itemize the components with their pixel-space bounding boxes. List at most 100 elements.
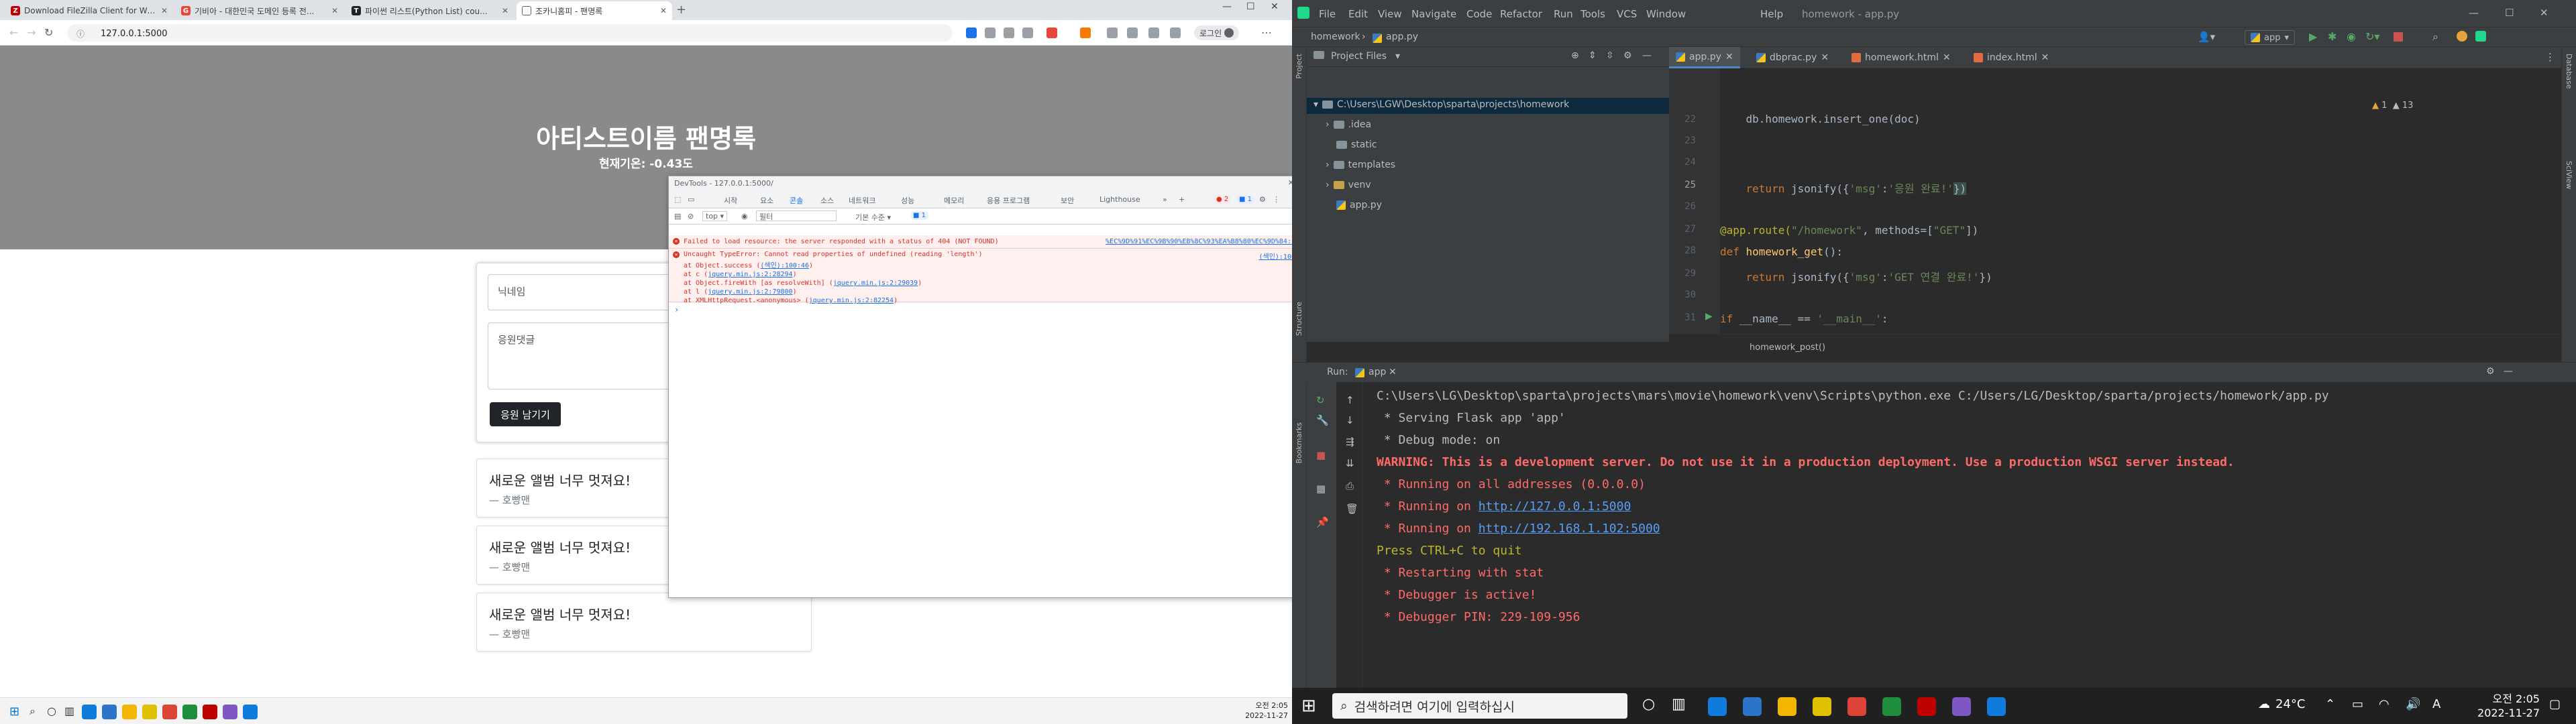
- menu-navigate[interactable]: Navigate: [1411, 8, 1456, 20]
- filezilla-icon[interactable]: [203, 705, 217, 719]
- collapse-icon[interactable]: ⇳: [1606, 50, 1614, 61]
- tab-performance[interactable]: 성능: [901, 195, 914, 206]
- menu-tools[interactable]: Tools: [1580, 8, 1605, 20]
- refresh-icon[interactable]: [1107, 27, 1118, 38]
- extension-red-icon[interactable]: [1046, 27, 1057, 38]
- tab-elements[interactable]: 요소: [760, 195, 773, 206]
- windows-start-icon[interactable]: ⊞: [1301, 696, 1316, 716]
- stop-icon[interactable]: [2394, 32, 2403, 42]
- menu-window[interactable]: Window: [1646, 8, 1686, 20]
- maximize-icon[interactable]: ☐: [2505, 7, 2514, 19]
- task-view-icon[interactable]: ▥: [1672, 696, 1686, 713]
- coverage-icon[interactable]: ◉: [2347, 30, 2356, 43]
- updates-icon[interactable]: [2457, 31, 2467, 42]
- menu-refactor[interactable]: Refactor: [1500, 8, 1542, 20]
- notification-icon[interactable]: ▢: [2549, 697, 2561, 711]
- app-icon[interactable]: [223, 705, 237, 719]
- more-tabs-icon[interactable]: »: [1163, 195, 1167, 204]
- run-icon[interactable]: ▶: [2309, 30, 2317, 43]
- error-count-badge[interactable]: ● 2: [1214, 195, 1232, 204]
- zoom-icon[interactable]: [1004, 27, 1014, 38]
- collections-icon[interactable]: [1148, 27, 1159, 38]
- gear-icon[interactable]: ⚙: [1623, 50, 1632, 61]
- level-select[interactable]: 기본 수준 ▾: [855, 212, 891, 223]
- windows-start-icon[interactable]: ⊞: [9, 705, 19, 719]
- minimize-icon[interactable]: —: [1222, 1, 1232, 12]
- tree-item-app-py[interactable]: app.py: [1336, 200, 1382, 210]
- new-tab-button[interactable]: +: [676, 3, 686, 17]
- kakaotalk-icon[interactable]: [1813, 697, 1831, 716]
- tree-item-idea[interactable]: › .idea: [1326, 119, 1371, 130]
- close-icon[interactable]: ✕: [660, 6, 667, 15]
- read-aloud-icon[interactable]: [985, 27, 996, 38]
- trash-icon[interactable]: 🗑: [1346, 503, 1358, 515]
- extension-orange-icon[interactable]: [1080, 27, 1091, 38]
- run-tab-app[interactable]: app: [1368, 367, 1386, 377]
- chevron-up-icon[interactable]: ⌃: [2325, 697, 2335, 711]
- extension-icon[interactable]: [966, 27, 977, 38]
- menu-file[interactable]: File: [1319, 8, 1336, 20]
- tab-welcome[interactable]: 시작: [724, 195, 737, 206]
- browser-tab-filezilla[interactable]: Z Download FileZilla Client for Wi... ✕: [5, 1, 173, 20]
- stack-link[interactable]: jquery.min.js:2:79800: [708, 288, 792, 296]
- close-icon[interactable]: ✕: [2041, 52, 2049, 63]
- browser-tab-guestbook[interactable]: 조카니홈피 - 팬명록 ✕: [517, 1, 672, 20]
- reload-icon[interactable]: ↻: [44, 26, 53, 39]
- edge-icon[interactable]: [1708, 697, 1727, 716]
- console-link[interactable]: http://192.168.1.102:5000: [1479, 522, 1660, 536]
- bookmarks-tool-tab[interactable]: Bookmarks: [1295, 422, 1303, 463]
- locate-icon[interactable]: ⊕: [1571, 50, 1579, 61]
- rerun-icon[interactable]: ↻: [1316, 394, 1325, 406]
- layout-icon[interactable]: ▦: [1316, 483, 1326, 495]
- search-icon[interactable]: ⌕: [30, 705, 36, 718]
- file-explorer-icon[interactable]: [122, 705, 137, 719]
- stack-link[interactable]: jquery.min.js:2:29039: [833, 280, 918, 287]
- editor-tab-index-html[interactable]: index.html ✕: [1967, 47, 2055, 68]
- clear-console-icon[interactable]: ⊘: [688, 212, 694, 221]
- app-icon[interactable]: [1952, 697, 1971, 716]
- tab-application[interactable]: 응용 프로그램: [987, 195, 1030, 206]
- debug-icon[interactable]: ✱: [2328, 30, 2337, 43]
- print-icon[interactable]: ⎙: [1346, 480, 1354, 492]
- task-view-icon[interactable]: ▥: [64, 705, 74, 717]
- edge-icon[interactable]: [1987, 697, 2006, 716]
- downloads-icon[interactable]: [1170, 27, 1181, 38]
- tab-lighthouse[interactable]: Lighthouse: [1099, 195, 1140, 204]
- close-window-icon[interactable]: ✕: [2540, 7, 2548, 19]
- profile-icon[interactable]: ↻▾: [2365, 30, 2379, 43]
- edge-icon[interactable]: [243, 705, 258, 719]
- chevron-down-icon[interactable]: ▾: [1395, 51, 1400, 62]
- chrome-icon[interactable]: [1847, 697, 1866, 716]
- tree-item-static[interactable]: static: [1336, 139, 1377, 150]
- cortana-icon[interactable]: ○: [1642, 696, 1655, 713]
- hide-icon[interactable]: —: [1642, 50, 1652, 61]
- mail-icon[interactable]: [1743, 697, 1762, 716]
- more-icon[interactable]: ⋮: [1273, 195, 1280, 204]
- editor-tab-dbprac-py[interactable]: dbprac.py ✕: [1750, 47, 1835, 68]
- taskbar-search-input[interactable]: ⌕ 검색하려면 여기에 입력하십시: [1332, 693, 1627, 719]
- submit-comment-button[interactable]: 응원 남기기: [490, 402, 561, 426]
- tab-network[interactable]: 네트워크: [849, 195, 875, 206]
- sciview-tool-tab[interactable]: SciView: [2565, 161, 2573, 189]
- eye-icon[interactable]: ◉: [741, 212, 748, 221]
- filezilla-icon[interactable]: [1917, 697, 1936, 716]
- split-screen-icon[interactable]: [1127, 27, 1138, 38]
- pin-icon[interactable]: 📌: [1316, 516, 1329, 528]
- search-everywhere-icon[interactable]: ⌕: [2432, 30, 2438, 44]
- sidebar-toggle-icon[interactable]: ▤: [674, 212, 681, 221]
- menu-run[interactable]: Run: [1554, 8, 1573, 20]
- pycharm-icon[interactable]: [182, 705, 197, 719]
- inspect-icon[interactable]: ⬚: [674, 195, 681, 204]
- wifi-icon[interactable]: ◠: [2379, 697, 2390, 711]
- code-editor[interactable]: db.homework.insert_one(doc) return jsoni…: [1720, 68, 2561, 334]
- browser-tab-gabia[interactable]: G 기비아 - 대한민국 도메인 등록 전... ✕: [176, 1, 343, 20]
- menu-view[interactable]: View: [1378, 8, 1402, 20]
- stack-link[interactable]: (색인):100:46: [760, 262, 809, 269]
- console-prompt[interactable]: ›: [674, 305, 679, 314]
- wrench-icon[interactable]: 🔧: [1316, 414, 1329, 426]
- context-select[interactable]: top ▾: [702, 211, 728, 221]
- info-count-badge[interactable]: ■ 1: [1236, 195, 1255, 204]
- menu-help[interactable]: Help: [1760, 8, 1783, 20]
- more-icon[interactable]: ⋯: [1261, 26, 1272, 39]
- info-icon[interactable]: ⓘ: [76, 28, 85, 40]
